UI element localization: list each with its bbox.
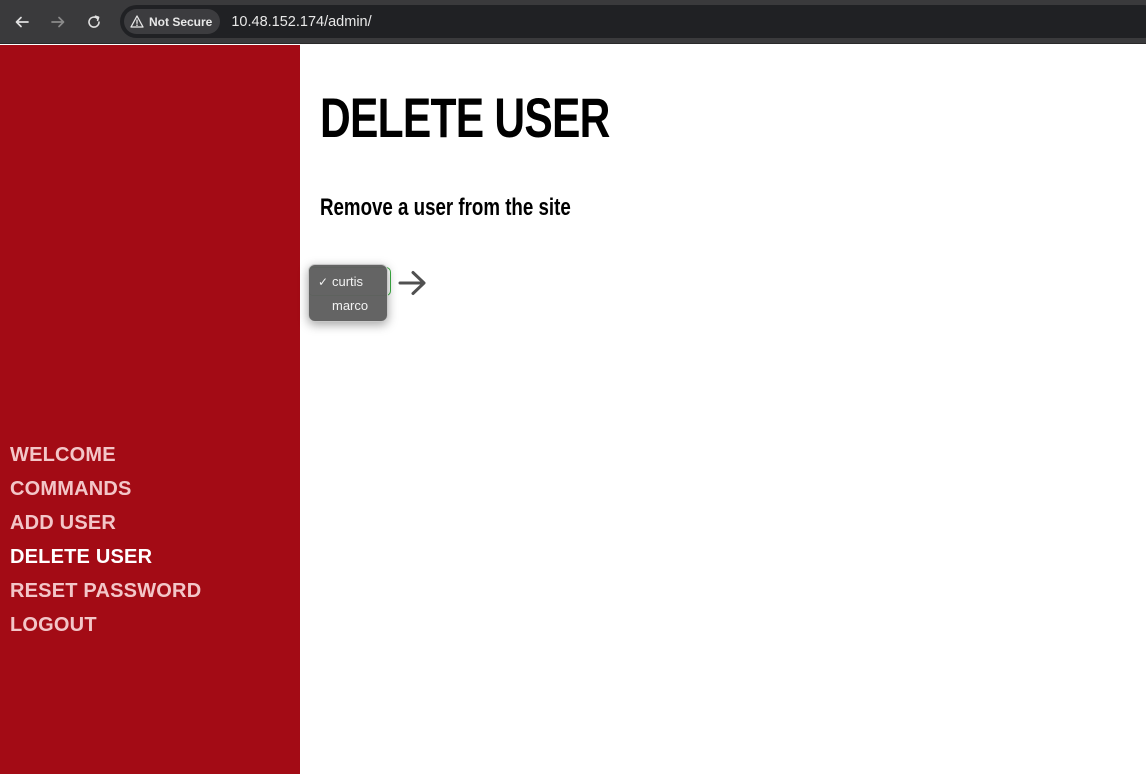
user-option-label: marco	[332, 298, 369, 313]
user-option-curtis[interactable]: ✓ curtis	[309, 270, 387, 294]
sidebar-item-logout[interactable]: LOGOUT	[10, 608, 201, 642]
reload-icon	[88, 14, 100, 28]
sidebar-item-welcome[interactable]: WELCOME	[10, 438, 201, 472]
security-label: Not Secure	[149, 14, 213, 29]
forward-button[interactable]	[46, 10, 70, 34]
main-content: DELETE USER Remove a user from the site …	[300, 45, 1146, 774]
address-bar[interactable]: Not Secure 10.48.152.174/admin/	[120, 5, 1146, 38]
arrow-right-icon	[398, 271, 426, 295]
sidebar-item-delete-user[interactable]: DELETE USER	[10, 540, 201, 574]
sidebar-menu: WELCOME COMMANDS ADD USER DELETE USER RE…	[10, 438, 201, 642]
submit-delete-button[interactable]	[396, 267, 430, 299]
user-select-dropdown: ✓ curtis marco	[308, 264, 388, 322]
user-option-label: curtis	[332, 274, 364, 289]
back-button[interactable]	[10, 10, 34, 34]
checkmark-icon: ✓	[318, 275, 329, 289]
browser-toolbar: Not Secure 10.48.152.174/admin/	[0, 0, 1146, 44]
sidebar-item-reset-password[interactable]: RESET PASSWORD	[10, 574, 201, 608]
url-text[interactable]: 10.48.152.174/admin/	[231, 14, 371, 30]
arrow-left-icon	[15, 16, 29, 27]
arrow-right-icon	[51, 16, 65, 27]
warning-icon	[130, 15, 144, 28]
sidebar-item-commands[interactable]: COMMANDS	[10, 472, 201, 506]
sidebar-item-add-user[interactable]: ADD USER	[10, 506, 201, 540]
reload-button[interactable]	[82, 10, 106, 34]
page-subtitle: Remove a user from the site	[320, 194, 571, 221]
sidebar: WELCOME COMMANDS ADD USER DELETE USER RE…	[0, 45, 300, 774]
user-option-marco[interactable]: marco	[309, 294, 387, 318]
security-indicator[interactable]: Not Secure	[124, 9, 221, 34]
page-title: DELETE USER	[320, 86, 610, 149]
